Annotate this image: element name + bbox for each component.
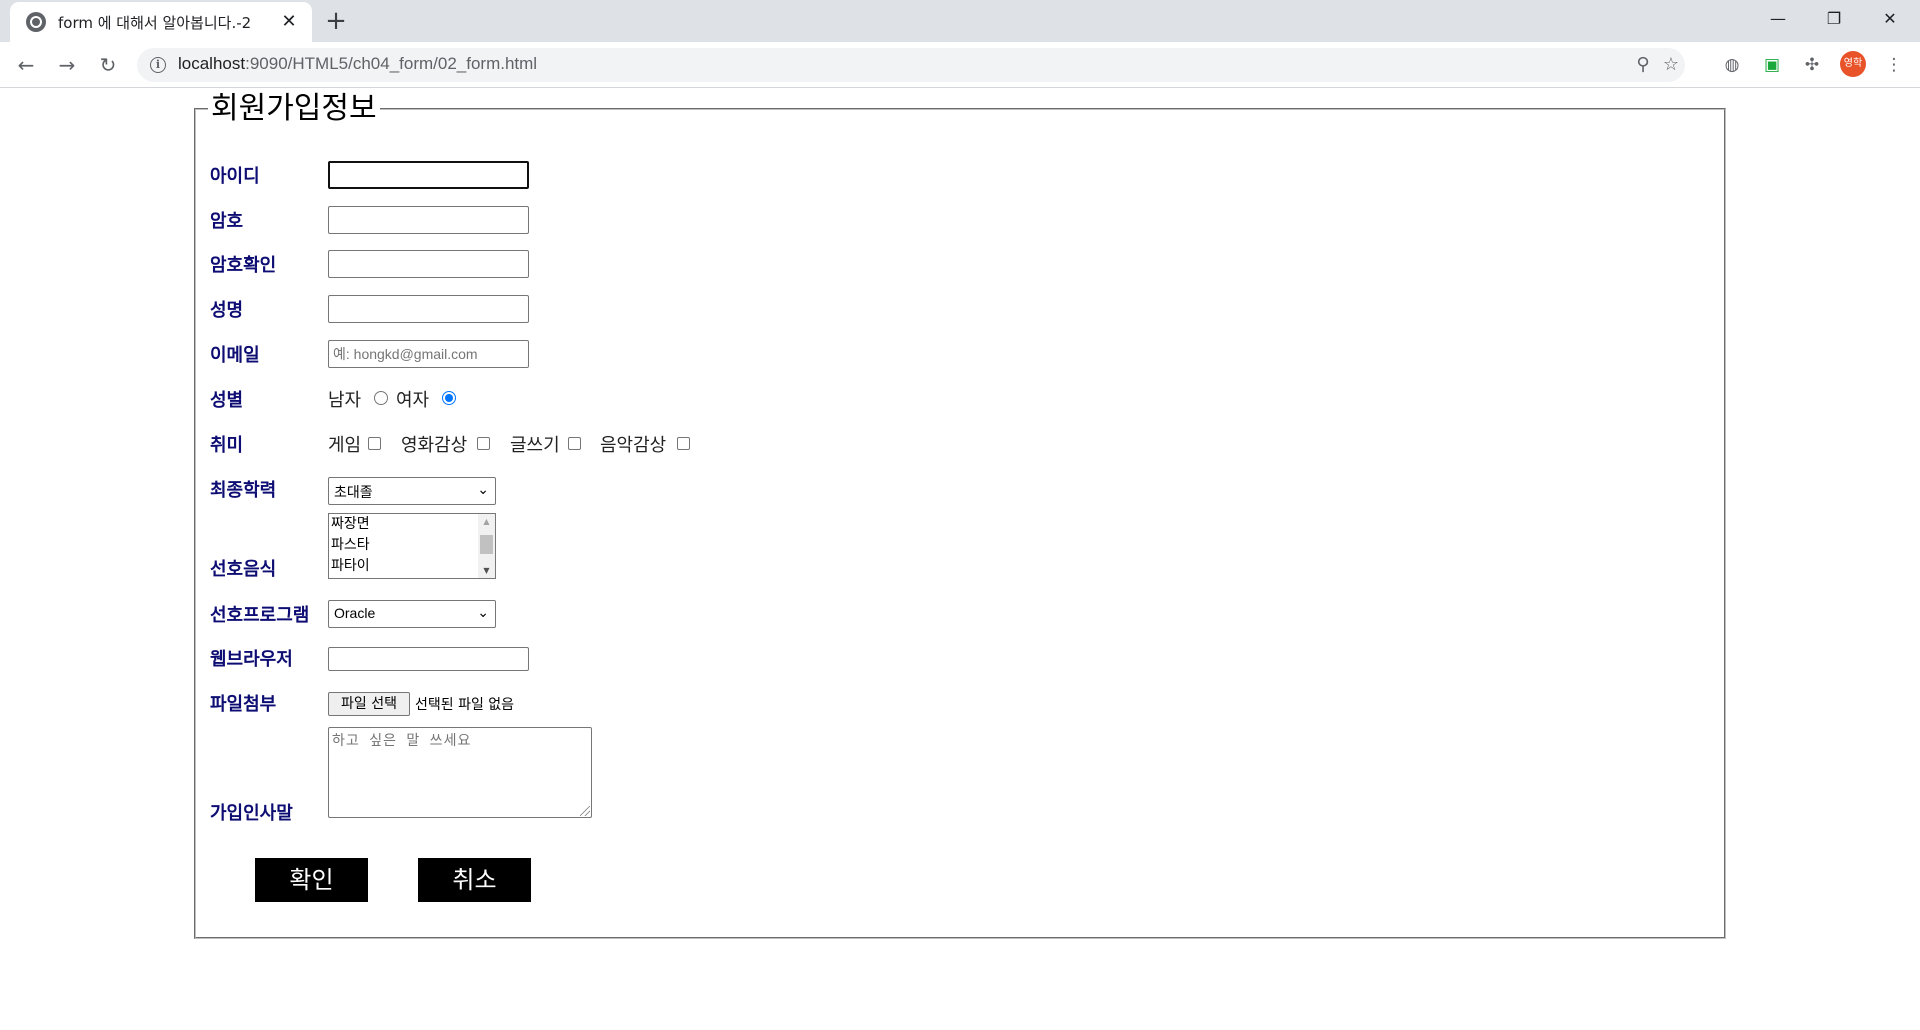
food-label: 선호음식 [210, 559, 277, 580]
address-bar[interactable]: i localhost:9090/HTML5/ch04_form/02_form… [137, 48, 1685, 82]
email-input[interactable] [328, 340, 529, 368]
hobby-game-checkbox[interactable] [368, 437, 381, 450]
listbox-scrollbar[interactable]: ▲ ▼ [478, 514, 495, 578]
resize-grip-icon[interactable] [580, 806, 590, 816]
extension-icon[interactable]: ◍ [1720, 53, 1744, 77]
tab-strip: form 에 대해서 알아봅니다.-2 ✕ + — ❐ ✕ [0, 0, 1920, 42]
hobby-writing-checkbox[interactable] [568, 437, 581, 450]
hobby-writing-label: 글쓰기 [510, 435, 560, 456]
new-tab-button[interactable]: + [322, 8, 350, 36]
browser-label: 웹브라우저 [210, 649, 293, 670]
browser-toolbar: ← → ↻ i localhost:9090/HTML5/ch04_form/0… [0, 42, 1920, 88]
hobby-music-checkbox[interactable] [677, 437, 690, 450]
education-select[interactable]: 초대졸 ⌄ [328, 477, 496, 505]
program-selected-value: Oracle [334, 605, 376, 621]
scroll-up-icon[interactable]: ▲ [478, 514, 495, 529]
gender-female-label: 여자 [396, 390, 430, 411]
forward-arrow-icon[interactable]: → [53, 51, 81, 79]
submit-button[interactable]: 확인 [255, 858, 368, 902]
food-option[interactable]: 파타이 [329, 556, 495, 577]
scroll-down-icon[interactable]: ▼ [478, 563, 495, 578]
chevron-down-icon: ⌄ [477, 604, 489, 620]
profile-avatar[interactable]: 영학 [1840, 51, 1866, 77]
program-select[interactable]: Oracle ⌄ [328, 600, 496, 628]
fieldset-legend: 회원가입정보 [211, 91, 377, 126]
greeting-label: 가입인사말 [210, 803, 293, 824]
food-option[interactable]: 짜장면 [329, 514, 495, 535]
file-label: 파일첨부 [210, 694, 277, 715]
password-input[interactable] [328, 206, 529, 234]
back-arrow-icon[interactable]: ← [12, 51, 40, 79]
globe-icon [26, 12, 46, 32]
bookmark-star-icon[interactable]: ☆ [1659, 53, 1683, 77]
id-input[interactable] [328, 161, 529, 189]
hobby-game-label: 게임 [328, 435, 362, 456]
minimize-icon[interactable]: — [1750, 0, 1806, 40]
window-close-icon[interactable]: ✕ [1862, 0, 1918, 40]
file-status-text: 선택된 파일 없음 [415, 697, 515, 713]
file-choose-button[interactable]: 파일 선택 [328, 692, 410, 716]
greeting-placeholder: 하고 싶은 말 쓰세요 [332, 733, 472, 749]
id-label: 아이디 [210, 166, 260, 187]
cancel-button[interactable]: 취소 [418, 858, 531, 902]
gender-male-label: 남자 [328, 390, 362, 411]
hobby-label: 취미 [210, 435, 244, 456]
restore-icon[interactable]: ❐ [1806, 0, 1862, 40]
food-listbox[interactable]: 짜장면 파스타 파타이 ▲ ▼ [328, 513, 496, 579]
cast-extension-icon[interactable]: ▣ [1760, 53, 1784, 77]
education-selected-value: 초대졸 [334, 484, 373, 500]
site-info-icon[interactable]: i [150, 57, 166, 73]
food-option[interactable]: 파스타 [329, 535, 495, 556]
menu-kebab-icon[interactable]: ⋮ [1882, 53, 1906, 77]
browser-tab[interactable]: form 에 대해서 알아봅니다.-2 ✕ [10, 2, 312, 42]
gender-female-radio[interactable] [442, 391, 456, 405]
hobby-music-label: 음악감상 [600, 435, 667, 456]
education-label: 최종학력 [210, 480, 277, 501]
scroll-thumb[interactable] [480, 535, 493, 554]
tab-title: form 에 대해서 알아봅니다.-2 [58, 13, 252, 32]
reload-icon[interactable]: ↻ [94, 51, 122, 79]
browser-input[interactable] [328, 647, 529, 671]
greeting-textarea[interactable]: 하고 싶은 말 쓰세요 [328, 727, 592, 818]
email-label: 이메일 [210, 345, 260, 366]
chevron-down-icon: ⌄ [477, 481, 489, 497]
password-confirm-input[interactable] [328, 250, 529, 278]
password-confirm-label: 암호확인 [210, 255, 277, 276]
close-tab-icon[interactable]: ✕ [278, 11, 300, 33]
name-label: 성명 [210, 300, 244, 321]
hobby-movie-checkbox[interactable] [477, 437, 490, 450]
puzzle-icon[interactable]: ✣ [1800, 53, 1824, 77]
hobby-movie-label: 영화감상 [401, 435, 468, 456]
program-label: 선호프로그램 [210, 605, 310, 626]
gender-male-radio[interactable] [374, 391, 388, 405]
url-text[interactable]: localhost:9090/HTML5/ch04_form/02_form.h… [178, 54, 537, 74]
password-label: 암호 [210, 211, 244, 232]
zoom-icon[interactable]: ⚲ [1631, 53, 1655, 77]
name-input[interactable] [328, 295, 529, 323]
gender-label: 성별 [210, 390, 244, 411]
